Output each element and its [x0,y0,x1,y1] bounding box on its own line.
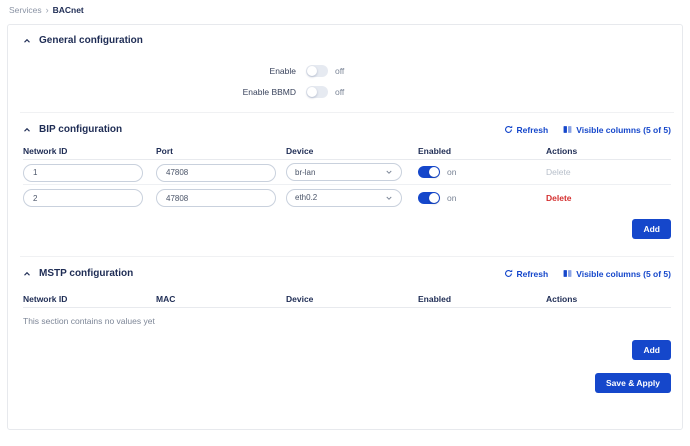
mstp-refresh-link[interactable]: Refresh [504,269,549,279]
enabled-state: on [447,167,456,177]
bip-row-2: eth0.2 on Delete [23,185,671,210]
enabled-state: on [447,193,456,203]
col-port: Port [156,146,286,156]
col-device: Device [286,294,418,304]
general-section-header[interactable]: General configuration [23,35,671,46]
chevron-down-icon [385,194,393,202]
col-network-id: Network ID [23,146,156,156]
general-form: Enable off Enable BBMD off [23,46,671,112]
col-network-id: Network ID [23,294,156,304]
mstp-table-header: Network ID MAC Device Enabled Actions [23,291,671,308]
section-mstp: MSTP configuration Refresh Visible colum… [23,257,671,360]
bip-section-header[interactable]: BIP configuration [23,124,122,135]
delete-action[interactable]: Delete [546,193,671,203]
device-select[interactable]: br-lan [286,163,402,181]
mstp-section-title: MSTP configuration [39,268,133,279]
refresh-icon [504,269,513,278]
enable-toggle[interactable] [306,65,328,77]
refresh-icon [504,125,513,134]
general-section-title: General configuration [39,35,143,46]
chevron-down-icon [385,168,393,176]
save-apply-button[interactable]: Save & Apply [595,373,671,393]
chevron-up-icon [23,37,31,45]
bip-table-links: Refresh Visible columns (5 of 5) [504,125,671,135]
bacnet-page: Services › BACnet General configuration … [0,0,690,446]
breadcrumb-current: BACnet [53,5,84,15]
section-general: General configuration Enable off Enable … [23,35,671,112]
bip-add-button[interactable]: Add [632,219,671,239]
enable-bbmd-toggle[interactable] [306,86,328,98]
enable-state: off [335,66,344,76]
columns-icon [563,125,572,134]
port-input[interactable] [156,189,276,207]
chevron-up-icon [23,126,31,134]
network-id-input[interactable] [23,164,143,182]
breadcrumb: Services › BACnet [0,0,690,15]
enabled-toggle[interactable] [418,192,440,204]
chevron-up-icon [23,270,31,278]
col-device: Device [286,146,418,156]
bip-refresh-label: Refresh [517,125,549,135]
device-select-value: br-lan [295,168,315,177]
enable-label: Enable [23,66,296,76]
enable-bbmd-state: off [335,87,344,97]
col-actions: Actions [546,146,671,156]
col-enabled: Enabled [418,294,546,304]
bip-row-1: br-lan on Delete [23,160,671,185]
mstp-table-links: Refresh Visible columns (5 of 5) [504,269,671,279]
col-actions: Actions [546,294,671,304]
mstp-add-button[interactable]: Add [632,340,671,360]
columns-icon [563,269,572,278]
bip-refresh-link[interactable]: Refresh [504,125,549,135]
mstp-visible-columns-link[interactable]: Visible columns (5 of 5) [563,269,671,279]
mstp-section-header[interactable]: MSTP configuration [23,268,133,279]
mstp-empty-state: This section contains no values yet [23,308,671,328]
bip-visible-columns-label: Visible columns (5 of 5) [576,125,671,135]
col-mac: MAC [156,294,286,304]
bip-visible-columns-link[interactable]: Visible columns (5 of 5) [563,125,671,135]
enabled-toggle[interactable] [418,166,440,178]
mstp-table: Network ID MAC Device Enabled Actions Th… [23,291,671,328]
delete-action: Delete [546,167,671,177]
enable-bbmd-label: Enable BBMD [23,87,296,97]
bip-table: Network ID Port Device Enabled Actions b… [23,143,671,210]
section-bip: BIP configuration Refresh Visible column… [23,113,671,256]
mstp-visible-columns-label: Visible columns (5 of 5) [576,269,671,279]
network-id-input[interactable] [23,189,143,207]
breadcrumb-separator-icon: › [46,6,49,15]
config-card: General configuration Enable off Enable … [7,24,683,430]
enable-row: Enable off [23,65,671,77]
mstp-refresh-label: Refresh [517,269,549,279]
enable-bbmd-row: Enable BBMD off [23,86,671,98]
device-select-value: eth0.2 [295,193,317,202]
port-input[interactable] [156,164,276,182]
bip-section-title: BIP configuration [39,124,122,135]
breadcrumb-services[interactable]: Services [9,5,42,15]
bip-table-header: Network ID Port Device Enabled Actions [23,143,671,160]
device-select[interactable]: eth0.2 [286,189,402,207]
footer-actions: Save & Apply [23,373,671,393]
col-enabled: Enabled [418,146,546,156]
